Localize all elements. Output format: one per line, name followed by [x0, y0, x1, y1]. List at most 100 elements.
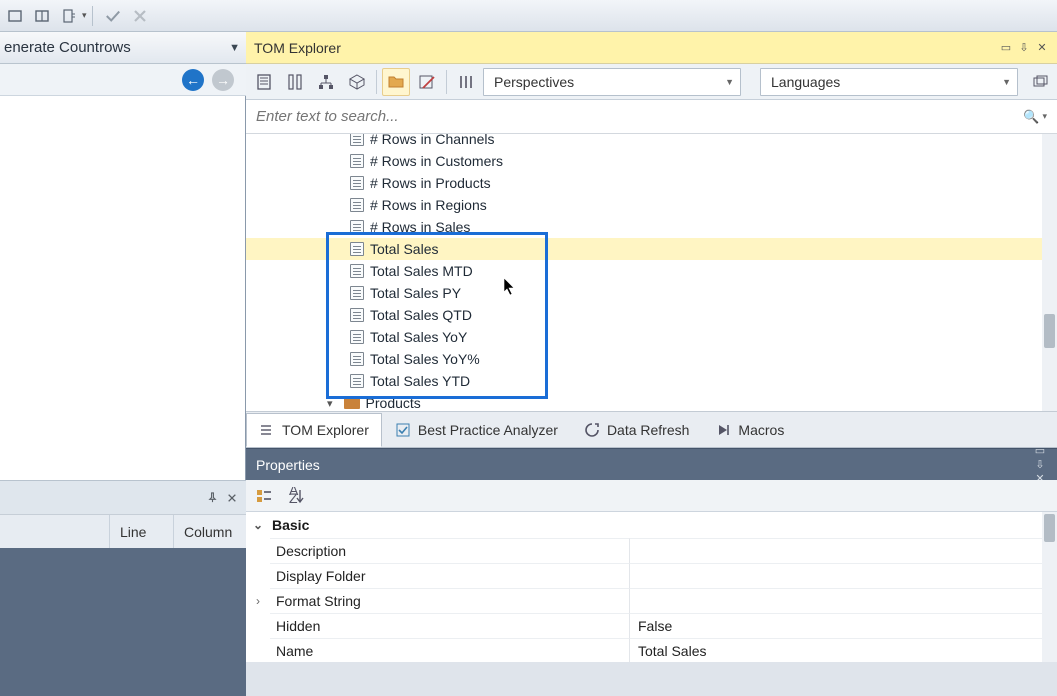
scroll-thumb[interactable]	[1044, 314, 1055, 348]
pin-button[interactable]: ⇩	[1033, 458, 1047, 472]
svg-text:Z: Z	[289, 490, 298, 505]
property-row[interactable]: NameTotal Sales	[246, 638, 1057, 662]
property-row[interactable]: Description	[246, 538, 1057, 563]
search-input[interactable]	[256, 108, 1017, 125]
property-row[interactable]: ›Format String	[246, 588, 1057, 613]
expand-cell	[246, 638, 270, 662]
nav-back-button[interactable]: ←	[182, 69, 204, 91]
left-pane: enerate Countrows ▼ ← → Line Column	[0, 32, 246, 662]
measure-icon	[350, 286, 364, 300]
tree-item[interactable]: Total Sales MTD	[246, 260, 1042, 282]
properties-grid: ⌄Basic DescriptionDisplay Folder›Format …	[246, 512, 1057, 662]
property-key: Description	[270, 538, 630, 563]
measure-icon	[350, 352, 364, 366]
tree-item[interactable]: Total Sales	[246, 238, 1042, 260]
tab-tom-explorer[interactable]: TOM Explorer	[246, 413, 382, 447]
chevron-down-icon[interactable]: ⌄	[250, 518, 266, 532]
property-value[interactable]	[630, 538, 1057, 563]
chevron-down-icon[interactable]: ▾	[327, 397, 333, 410]
alphabetical-button[interactable]: AZ	[282, 483, 310, 509]
close-button[interactable]	[224, 490, 240, 506]
expand-cell[interactable]: ›	[246, 588, 270, 613]
measure-icon	[350, 308, 364, 322]
accept-button[interactable]	[101, 5, 125, 27]
tree-item[interactable]: # Rows in Sales	[246, 216, 1042, 238]
tree-view: # Rows in Channels # Rows in Customers # R…	[246, 134, 1057, 412]
view-measures-button[interactable]	[250, 68, 278, 96]
toolbar-end-button[interactable]	[1027, 69, 1053, 95]
pin-button[interactable]	[204, 490, 220, 506]
search-dropdown-icon[interactable]: ▾	[1042, 111, 1047, 122]
view-columns-button[interactable]	[281, 68, 309, 96]
app-toolbar: ▾	[0, 0, 1057, 32]
toolbar-button-1[interactable]	[3, 5, 27, 27]
property-key: Display Folder	[270, 563, 630, 588]
status-bar: Line Column	[0, 514, 246, 548]
pin-icon	[207, 492, 218, 503]
pin-button[interactable]: ⇩	[1017, 41, 1031, 55]
tree-item-label: # Rows in Sales	[370, 219, 470, 235]
measure-icon	[350, 134, 364, 146]
property-value[interactable]	[630, 588, 1057, 613]
left-pane-title: enerate Countrows	[4, 39, 131, 56]
view-partitions-button[interactable]	[343, 68, 371, 96]
cancel-button[interactable]	[128, 5, 152, 27]
vertical-scrollbar[interactable]	[1042, 134, 1057, 411]
nav-forward-button[interactable]: →	[212, 69, 234, 91]
property-row[interactable]: HiddenFalse	[246, 613, 1057, 638]
tab-best-practice-analyzer[interactable]: Best Practice Analyzer	[382, 413, 571, 447]
arrow-left-icon: ←	[186, 72, 200, 88]
toolbar-button-2[interactable]	[30, 5, 54, 27]
left-editor-area[interactable]	[0, 96, 246, 480]
property-row[interactable]: Display Folder	[246, 563, 1057, 588]
tree-item[interactable]: # Rows in Regions	[246, 194, 1042, 216]
vertical-scrollbar[interactable]	[1042, 512, 1057, 662]
tree-item-label: Total Sales	[370, 241, 438, 257]
cube-icon	[348, 73, 366, 91]
edit-icon	[418, 73, 436, 91]
folder-view-button[interactable]	[382, 68, 410, 96]
languages-dropdown[interactable]: Languages ▼	[760, 68, 1018, 96]
status-column-label: Column	[174, 515, 246, 548]
tree-item[interactable]: Total Sales PY	[246, 282, 1042, 304]
tree-item[interactable]: # Rows in Channels	[246, 134, 1042, 150]
categorized-button[interactable]	[250, 483, 278, 509]
column-icon	[286, 73, 304, 91]
tree-item-label: Total Sales YTD	[370, 373, 470, 389]
tree-item[interactable]: Total Sales YoY%	[246, 348, 1042, 370]
property-value[interactable]	[630, 563, 1057, 588]
search-icon[interactable]: 🔍	[1023, 109, 1039, 125]
scroll-thumb[interactable]	[1044, 514, 1055, 542]
view-hierarchy-button[interactable]	[312, 68, 340, 96]
dropdown-arrow-icon[interactable]: ▾	[82, 10, 87, 21]
close-icon	[227, 493, 237, 503]
tree-item-label: # Rows in Customers	[370, 153, 503, 169]
property-key: Name	[270, 638, 630, 662]
tree-item[interactable]: Total Sales QTD	[246, 304, 1042, 326]
minimize-button[interactable]: ▭	[1033, 444, 1047, 458]
tree-item[interactable]: Total Sales YoY	[246, 326, 1042, 348]
columns-layout-button[interactable]	[452, 68, 480, 96]
edit-view-button[interactable]	[413, 68, 441, 96]
measure-icon	[255, 73, 273, 91]
tab-macros[interactable]: Macros	[702, 413, 797, 447]
property-value[interactable]: False	[630, 613, 1057, 638]
tree-item-label: Total Sales YoY%	[370, 351, 480, 367]
minimize-button[interactable]: ▭	[999, 41, 1013, 55]
tree-item[interactable]: # Rows in Products	[246, 172, 1042, 194]
tree-item-label: Total Sales YoY	[370, 329, 467, 345]
property-value[interactable]: Total Sales	[630, 638, 1057, 662]
category-row-basic[interactable]: ⌄Basic	[246, 512, 1057, 538]
tree-item[interactable]: # Rows in Customers	[246, 150, 1042, 172]
dropdown-arrow-icon[interactable]: ▼	[229, 42, 240, 54]
tab-data-refresh[interactable]: Data Refresh	[571, 413, 702, 447]
tree-item[interactable]: Total Sales YTD	[246, 370, 1042, 392]
toolbar-button-3[interactable]	[57, 5, 81, 27]
perspectives-dropdown[interactable]: Perspectives ▼	[483, 68, 741, 96]
check-icon	[105, 8, 121, 24]
measure-icon	[350, 154, 364, 168]
left-pane-header[interactable]: enerate Countrows ▼	[0, 32, 246, 64]
close-button[interactable]: ✕	[1035, 41, 1049, 55]
tree-item-table[interactable]: ▾Products	[246, 392, 1042, 411]
chevron-down-icon: ▼	[725, 77, 734, 87]
